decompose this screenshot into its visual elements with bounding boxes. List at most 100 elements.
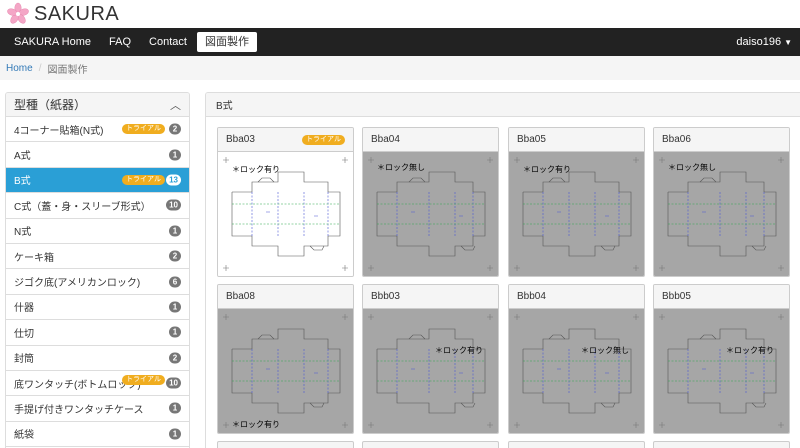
template-card[interactable]: Bba03 トライアル ＊ロック有り — [217, 127, 354, 277]
trial-badge: トライアル — [122, 124, 165, 135]
sidebar-item-label: 什器 — [14, 303, 34, 315]
nav-home[interactable]: SAKURA Home — [6, 32, 99, 52]
template-card-partial[interactable] — [362, 441, 499, 448]
sidebar-item[interactable]: 4コーナー貼箱(N式) トライアル 2 — [6, 117, 189, 143]
lock-label: ＊ロック無し — [377, 163, 425, 172]
dieline-drawing — [514, 314, 639, 428]
count-badge: 10 — [166, 377, 181, 389]
lock-label: ＊ロック有り — [232, 420, 280, 429]
card-title: Bbb05 — [662, 291, 691, 302]
sidebar-item[interactable]: 底ワンタッチ(ボトムロック) トライアル 10 — [6, 371, 189, 397]
lock-label: ＊ロック有り — [523, 165, 571, 174]
nav-contact[interactable]: Contact — [141, 32, 195, 52]
card-header: Bbb05 — [654, 285, 789, 309]
card-header: Bba06 — [654, 128, 789, 152]
sidebar-item[interactable]: 封筒 2 — [6, 346, 189, 371]
card-title: Bbb03 — [371, 291, 400, 302]
dieline-drawing — [368, 314, 493, 428]
breadcrumb-separator: / — [38, 62, 42, 74]
nav-faq[interactable]: FAQ — [101, 32, 139, 52]
count-badge: 1 — [169, 149, 181, 161]
template-card-partial[interactable] — [217, 441, 354, 448]
user-menu[interactable]: daiso196 ▼ — [736, 32, 792, 53]
count-badge: 2 — [169, 352, 181, 364]
card-thumbnail[interactable]: ＊ロック無し — [363, 152, 498, 276]
count-badge: 1 — [169, 428, 181, 440]
count-badge: 1 — [169, 301, 181, 313]
template-card-partial[interactable] — [653, 441, 790, 448]
card-header: Bba05 — [509, 128, 644, 152]
count-badge: 1 — [169, 326, 181, 338]
sidebar-item[interactable]: 紙袋 1 — [6, 422, 189, 448]
trial-badge: トライアル — [302, 134, 345, 145]
dieline-drawing — [223, 314, 348, 428]
card-thumbnail[interactable]: ＊ロック有り — [218, 309, 353, 433]
card-header: Bba04 — [363, 128, 498, 152]
breadcrumb-home[interactable]: Home — [6, 63, 33, 74]
sidebar-item-label: ケーキ箱 — [14, 252, 54, 264]
caret-down-icon: ▼ — [784, 38, 792, 47]
count-badge: 10 — [166, 199, 181, 211]
sidebar-item[interactable]: B式 トライアル 13 — [6, 167, 189, 194]
card-thumbnail[interactable]: ＊ロック有り — [218, 152, 353, 276]
sidebar-item-label: A式 — [14, 151, 31, 163]
count-badge: 1 — [169, 402, 181, 414]
card-title: Bba04 — [371, 134, 400, 145]
lock-label: ＊ロック有り — [232, 165, 280, 174]
main-panel: B式 Bba03 トライアル ＊ロック有り Bba04 ＊ロック無し Bba05 ＊ロック有… — [205, 92, 800, 448]
sidebar-item-label: 封筒 — [14, 354, 34, 366]
template-card[interactable]: Bba04 ＊ロック無し — [362, 127, 499, 277]
sidebar-header[interactable]: 型種（紙器） ︿ — [6, 93, 189, 117]
template-card[interactable]: Bba06 ＊ロック無し — [653, 127, 790, 277]
template-card[interactable]: Bbb05 ＊ロック有り — [653, 284, 790, 434]
sidebar-item-label: N式 — [14, 227, 32, 239]
brand-header: SAKURA — [0, 0, 800, 28]
category-sidebar: 型種（紙器） ︿ 4コーナー貼箱(N式) トライアル 2 A式 1 B式 トライアル 13 C式… — [5, 92, 190, 448]
sidebar-item[interactable]: ジゴク底(アメリカンロック) 6 — [6, 269, 189, 295]
sidebar-item-label: 手提げ付きワンタッチケース — [14, 404, 144, 416]
lock-label: ＊ロック有り — [726, 346, 774, 355]
lock-label: ＊ロック無し — [581, 346, 629, 355]
count-badge: 13 — [166, 174, 181, 186]
card-thumbnail[interactable]: ＊ロック無し — [509, 309, 644, 433]
card-title: Bba05 — [517, 134, 546, 145]
sidebar-item-label: C式（蓋・身・スリーブ形式） — [14, 201, 151, 213]
breadcrumb-current: 図面製作 — [47, 64, 88, 76]
template-card[interactable]: Bbb03 ＊ロック有り — [362, 284, 499, 434]
sidebar-item[interactable]: ケーキ箱 2 — [6, 244, 189, 270]
card-thumbnail[interactable]: ＊ロック無し — [654, 152, 789, 276]
template-card[interactable]: Bba08 ＊ロック有り — [217, 284, 354, 434]
sidebar-item[interactable]: A式 1 — [6, 142, 189, 168]
sidebar-item[interactable]: 手提げ付きワンタッチケース 1 — [6, 396, 189, 422]
sidebar-item-label: B式 — [14, 176, 31, 188]
card-title: Bba06 — [662, 134, 691, 145]
card-title: Bbb04 — [517, 291, 546, 302]
sidebar-item[interactable]: 什器 1 — [6, 295, 189, 321]
card-thumbnail[interactable]: ＊ロック有り — [654, 309, 789, 433]
card-header: Bbb03 — [363, 285, 498, 309]
main-title: B式 — [216, 101, 233, 112]
card-header: Bba03 トライアル — [218, 128, 353, 152]
sidebar-item[interactable]: 仕切 1 — [6, 320, 189, 346]
user-name: daiso196 — [736, 36, 782, 48]
template-card[interactable]: Bba05 ＊ロック有り — [508, 127, 645, 277]
sidebar-item-label: 4コーナー貼箱(N式) — [14, 125, 104, 137]
count-badge: 2 — [169, 250, 181, 262]
template-card-partial[interactable] — [508, 441, 645, 448]
main-panel-header: B式 — [206, 93, 800, 117]
chevron-up-icon[interactable]: ︿ — [170, 97, 181, 113]
sidebar-item[interactable]: C式（蓋・身・スリーブ形式） 10 — [6, 193, 189, 219]
card-thumbnail[interactable]: ＊ロック有り — [509, 152, 644, 276]
nav-drawing[interactable]: 図面製作 — [196, 32, 257, 52]
sidebar-item[interactable]: N式 1 — [6, 219, 189, 244]
card-thumbnail[interactable]: ＊ロック有り — [363, 309, 498, 433]
count-badge: 2 — [169, 123, 181, 135]
card-title: Bba03 — [226, 134, 255, 145]
lock-label: ＊ロック無し — [668, 163, 716, 172]
sakura-logo-icon[interactable] — [6, 2, 30, 26]
sidebar-list: 4コーナー貼箱(N式) トライアル 2 A式 1 B式 トライアル 13 C式（蓋・身・スリーブ… — [6, 117, 189, 448]
breadcrumb: Home / 図面製作 — [0, 56, 800, 80]
template-card[interactable]: Bbb04 ＊ロック無し — [508, 284, 645, 434]
sidebar-title: 型種（紙器） — [14, 98, 87, 112]
brand-name[interactable]: SAKURA — [34, 3, 119, 26]
